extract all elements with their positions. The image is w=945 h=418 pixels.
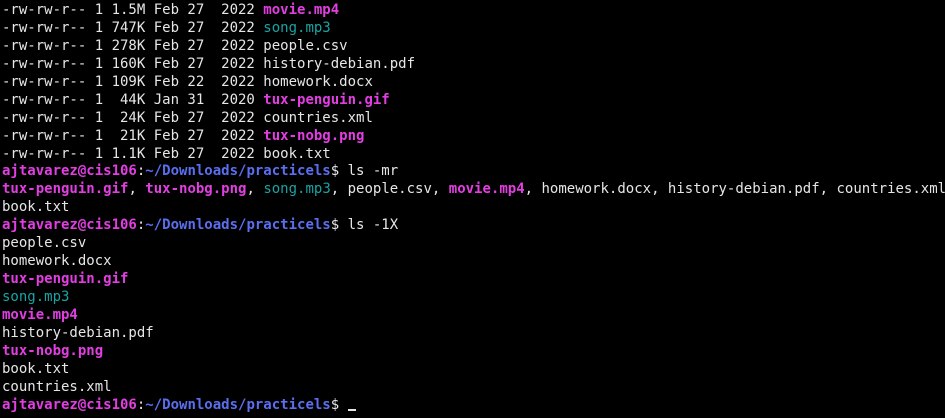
output-line: tux-penguin.gif xyxy=(2,271,943,289)
file-name: homework.docx xyxy=(541,181,652,198)
file-name: song.mp3 xyxy=(263,19,331,36)
separator: , xyxy=(128,181,146,198)
file-name: book.txt xyxy=(2,199,70,216)
prompt-user-host: ajtavarez@cis106 xyxy=(2,163,137,180)
output-line: people.csv xyxy=(2,235,943,253)
file-name: movie.mp4 xyxy=(2,306,78,323)
separator: , xyxy=(330,181,348,198)
prompt-symbol: $ xyxy=(330,163,348,180)
file-metadata: -rw-rw-r-- 1 1.5M Feb 27 2022 xyxy=(2,2,264,18)
separator: , xyxy=(651,181,668,198)
file-metadata: -rw-rw-r-- 1 24K Feb 27 2022 xyxy=(2,109,264,126)
prompt-user-host: ajtavarez@cis106 xyxy=(2,396,137,413)
listing-row: -rw-rw-r-- 1 1.5M Feb 27 2022 movie.mp4 xyxy=(2,2,943,20)
file-name: history-debian.pdf xyxy=(667,181,820,198)
separator: , xyxy=(524,181,542,198)
output-line: movie.mp4 xyxy=(2,307,943,325)
listing-row: -rw-rw-r-- 1 1.1K Feb 27 2022 book.txt xyxy=(2,146,943,164)
output-line: history-debian.pdf xyxy=(2,325,943,343)
file-metadata: -rw-rw-r-- 1 44K Jan 31 2020 xyxy=(2,91,264,108)
file-name: homework.docx xyxy=(2,253,112,270)
listing-row: -rw-rw-r-- 1 160K Feb 27 2022 history-de… xyxy=(2,56,943,74)
file-name: tux-nobg.png xyxy=(2,342,104,359)
prompt-user-host: ajtavarez@cis106 xyxy=(2,217,137,234)
listing-row: -rw-rw-r-- 1 109K Feb 22 2022 homework.d… xyxy=(2,74,943,92)
file-name: people.csv xyxy=(263,37,348,54)
file-name: history-debian.pdf xyxy=(2,324,154,341)
file-name: book.txt xyxy=(263,145,331,162)
output-line: homework.docx xyxy=(2,253,943,271)
command-text: ls -mr xyxy=(347,163,399,180)
prompt-path: ~/Downloads/practicels xyxy=(145,163,331,180)
file-name: countries.xml xyxy=(2,378,112,395)
file-name: people.csv xyxy=(2,235,87,252)
file-metadata: -rw-rw-r-- 1 747K Feb 27 2022 xyxy=(2,19,264,36)
file-metadata: -rw-rw-r-- 1 1.1K Feb 27 2022 xyxy=(2,145,264,162)
prompt-path: ~/Downloads/practicels xyxy=(145,217,331,234)
file-name: movie.mp4 xyxy=(448,181,525,198)
command-text: ls -1X xyxy=(347,217,399,234)
file-name: tux-penguin.gif xyxy=(263,91,390,108)
output-line: countries.xml xyxy=(2,379,943,397)
file-name: tux-nobg.png xyxy=(145,181,247,198)
output-line: book.txt xyxy=(2,361,943,379)
terminal-window[interactable]: -rw-rw-r-- 1 1.5M Feb 27 2022 movie.mp4-… xyxy=(0,0,945,418)
output-line: song.mp3 xyxy=(2,289,943,307)
separator: , xyxy=(431,181,449,198)
separator: , xyxy=(246,181,264,198)
file-metadata: -rw-rw-r-- 1 21K Feb 27 2022 xyxy=(2,127,264,144)
listing-row: -rw-rw-r-- 1 747K Feb 27 2022 song.mp3 xyxy=(2,20,943,38)
prompt-symbol: $ xyxy=(330,217,348,234)
listing-row: -rw-rw-r-- 1 24K Feb 27 2022 countries.x… xyxy=(2,110,943,128)
file-name: song.mp3 xyxy=(2,289,70,305)
separator: , xyxy=(819,181,837,198)
file-name: tux-nobg.png xyxy=(263,127,365,144)
file-name: countries.xml xyxy=(836,181,945,198)
listing-row: -rw-rw-r-- 1 44K Jan 31 2020 tux-penguin… xyxy=(2,92,943,110)
file-name: homework.docx xyxy=(263,73,373,90)
output-line: book.txt xyxy=(2,199,943,217)
output-line: tux-nobg.png xyxy=(2,343,943,361)
prompt-line-active: ajtavarez@cis106:~/Downloads/practicels$ xyxy=(2,397,943,415)
file-name: people.csv xyxy=(347,181,432,198)
file-name: history-debian.pdf xyxy=(263,55,416,72)
file-name: countries.xml xyxy=(263,109,373,126)
file-name: book.txt xyxy=(2,360,70,377)
prompt-line: ajtavarez@cis106:~/Downloads/practicels$… xyxy=(2,163,943,181)
prompt-path: ~/Downloads/practicels xyxy=(145,396,331,413)
file-metadata: -rw-rw-r-- 1 160K Feb 27 2022 xyxy=(2,55,264,72)
file-name: tux-penguin.gif xyxy=(2,271,129,288)
file-name: song.mp3 xyxy=(263,181,331,198)
file-name: tux-penguin.gif xyxy=(2,181,129,198)
file-metadata: -rw-rw-r-- 1 278K Feb 27 2022 xyxy=(2,37,264,54)
output-line: tux-penguin.gif, tux-nobg.png, song.mp3,… xyxy=(2,181,945,199)
listing-row: -rw-rw-r-- 1 278K Feb 27 2022 people.csv xyxy=(2,38,943,56)
prompt-symbol: $ xyxy=(330,396,348,413)
prompt-line: ajtavarez@cis106:~/Downloads/practicels$… xyxy=(2,217,943,235)
file-metadata: -rw-rw-r-- 1 109K Feb 22 2022 xyxy=(2,73,264,90)
file-name: movie.mp4 xyxy=(263,2,340,18)
listing-row: -rw-rw-r-- 1 21K Feb 27 2022 tux-nobg.pn… xyxy=(2,128,943,146)
text-cursor xyxy=(347,408,356,411)
